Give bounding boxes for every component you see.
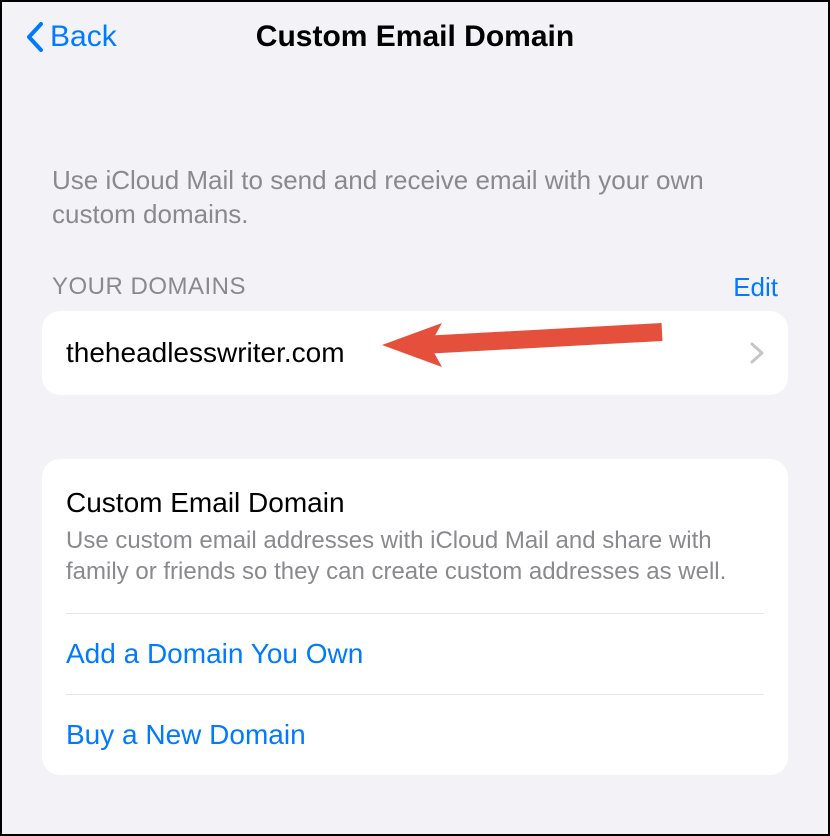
info-card: Custom Email Domain Use custom email add… bbox=[42, 459, 788, 775]
chevron-left-icon bbox=[26, 22, 44, 52]
chevron-right-icon bbox=[750, 342, 764, 364]
intro-text: Use iCloud Mail to send and receive emai… bbox=[42, 164, 788, 272]
domain-name: theheadlesswriter.com bbox=[66, 337, 345, 369]
domains-section-header: YOUR DOMAINS Edit bbox=[42, 272, 788, 311]
page-title: Custom Email Domain bbox=[26, 20, 804, 54]
buy-domain-button[interactable]: Buy a New Domain bbox=[66, 695, 764, 775]
domains-card: theheadlesswriter.com bbox=[42, 311, 788, 395]
add-domain-button[interactable]: Add a Domain You Own bbox=[66, 614, 764, 694]
back-button[interactable]: Back bbox=[26, 20, 117, 54]
info-title: Custom Email Domain bbox=[66, 487, 764, 519]
back-label: Back bbox=[50, 20, 117, 54]
domains-label: YOUR DOMAINS bbox=[52, 273, 246, 301]
content-area: Use iCloud Mail to send and receive emai… bbox=[2, 64, 828, 775]
edit-button[interactable]: Edit bbox=[733, 272, 778, 303]
header-bar: Back Custom Email Domain bbox=[2, 2, 828, 64]
domain-row[interactable]: theheadlesswriter.com bbox=[42, 311, 788, 395]
info-description: Use custom email addresses with iCloud M… bbox=[66, 525, 764, 613]
